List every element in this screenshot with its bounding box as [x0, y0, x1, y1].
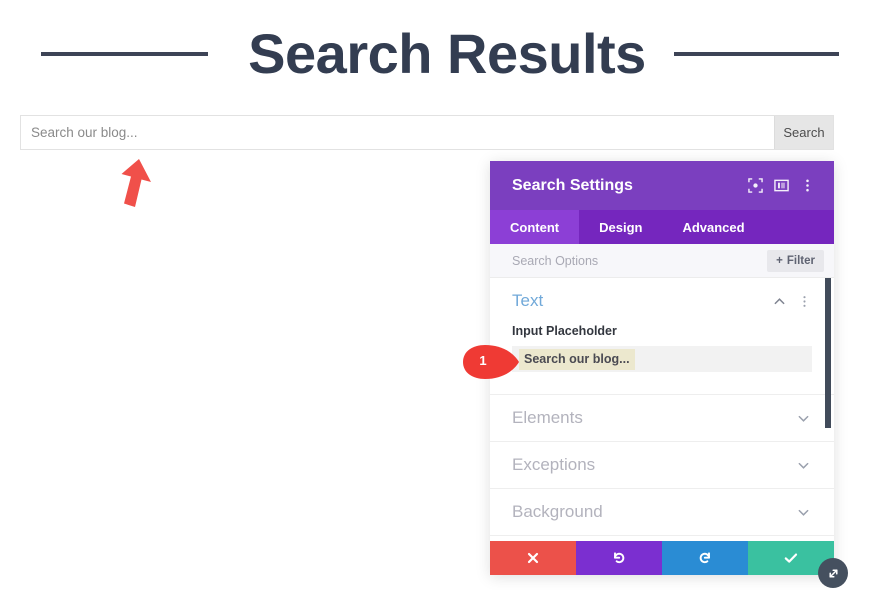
section-exceptions-title: Exceptions [512, 455, 596, 474]
section-elements-title: Elements [512, 408, 583, 427]
redo-button[interactable] [662, 541, 748, 575]
more-options-icon[interactable] [794, 173, 820, 199]
panel-scrollbar[interactable] [825, 278, 831, 428]
input-placeholder-field: Input Placeholder Search our blog... [512, 324, 812, 394]
page-title: Search Results [248, 22, 646, 85]
panel-resize-handle[interactable] [818, 558, 848, 588]
section-text-title: Text [512, 291, 544, 310]
panel-tabs: Content Design Advanced [490, 210, 834, 244]
search-settings-panel: Search Settings Content Design Advanced … [490, 161, 834, 575]
search-form: Search [20, 115, 834, 150]
filter-button-label: Filter [786, 254, 815, 267]
search-options-row: Search Options + Filter [490, 244, 834, 278]
section-text: Text Input Placeholder Search our blog..… [490, 278, 834, 395]
panel-header: Search Settings [490, 161, 834, 210]
section-background-header[interactable]: Background [512, 489, 812, 535]
undo-button[interactable] [576, 541, 662, 575]
input-placeholder-input[interactable]: Search our blog... [512, 346, 812, 372]
title-rule-left [41, 52, 209, 56]
section-text-header[interactable]: Text [512, 278, 812, 324]
tab-advanced[interactable]: Advanced [662, 210, 764, 244]
chevron-down-icon[interactable] [794, 503, 812, 521]
tab-content[interactable]: Content [490, 210, 580, 244]
section-background: Background [490, 489, 834, 536]
panel-footer [490, 541, 834, 575]
panel-title: Search Settings [512, 176, 633, 194]
panel-body: Text Input Placeholder Search our blog..… [490, 278, 834, 541]
section-elements: Elements [490, 395, 834, 442]
focus-icon[interactable] [742, 173, 768, 199]
plus-icon: + [776, 254, 783, 267]
tab-design[interactable]: Design [579, 210, 662, 244]
search-options-placeholder[interactable]: Search Options [512, 254, 767, 268]
section-exceptions: Exceptions [490, 442, 834, 489]
cancel-button[interactable] [490, 541, 576, 575]
chevron-up-icon[interactable] [770, 292, 788, 310]
filter-button[interactable]: + Filter [767, 249, 824, 272]
chevron-down-icon[interactable] [794, 409, 812, 427]
section-background-title: Background [512, 502, 603, 521]
title-rule-right [673, 52, 839, 56]
search-input[interactable] [21, 116, 774, 149]
section-more-options-icon[interactable] [796, 292, 812, 310]
search-submit-button[interactable]: Search [774, 116, 833, 149]
section-elements-header[interactable]: Elements [512, 395, 812, 441]
red-arrow-annotation [121, 159, 151, 207]
section-exceptions-header[interactable]: Exceptions [512, 442, 812, 488]
layout-icon[interactable] [768, 173, 794, 199]
input-placeholder-label: Input Placeholder [512, 324, 617, 338]
chevron-down-icon[interactable] [794, 456, 812, 474]
input-placeholder-value: Search our blog... [519, 348, 635, 370]
page-title-row: Search Results [0, 14, 880, 94]
